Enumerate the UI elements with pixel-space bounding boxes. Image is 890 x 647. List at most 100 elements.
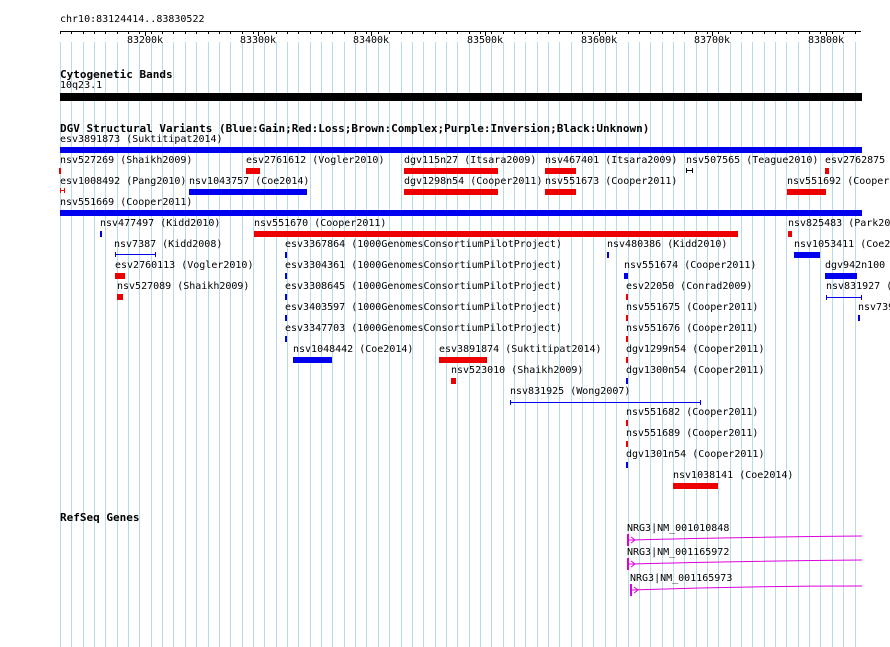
variant-bar[interactable] xyxy=(626,420,628,426)
variant-label: esv3347703 (1000GenomesConsortiumPilotPr… xyxy=(285,323,562,334)
gene-intron-line xyxy=(628,535,863,541)
gene-label: NRG3|NM_001165972 xyxy=(627,547,730,558)
genome-browser-image[interactable]: chr10:83124414..83830522 83200k 83300k 834… xyxy=(0,0,890,647)
variant-bar[interactable] xyxy=(60,147,862,153)
variant-label: nsv825483 (Park2010) xyxy=(788,218,890,229)
gene-model[interactable] xyxy=(627,558,890,572)
variant-label: dgv1298n54 (Cooper2011) xyxy=(404,176,543,187)
variant-bar[interactable] xyxy=(545,168,576,174)
variant-label: nsv831925 (Wong2007) xyxy=(510,386,631,397)
variant-label: esv2760113 (Vogler2010) xyxy=(115,260,254,271)
variant-bar[interactable] xyxy=(117,294,123,300)
variant-bar[interactable] xyxy=(189,189,307,195)
variant-label: nsv551676 (Cooper2011) xyxy=(626,323,759,334)
variant-bar[interactable] xyxy=(788,231,792,237)
variant-span-cap xyxy=(60,188,61,193)
variant-bar[interactable] xyxy=(607,252,609,258)
variant-label: nsv739 xyxy=(858,302,890,313)
variant-bar[interactable] xyxy=(285,315,287,321)
variant-span-cap xyxy=(700,400,701,405)
variant-bar[interactable] xyxy=(285,336,287,342)
variant-bar[interactable] xyxy=(293,357,332,363)
variant-label: nsv477497 (Kidd2010) xyxy=(100,218,221,229)
variant-label: nsv551692 (Cooper2011) xyxy=(787,176,890,187)
variant-label: dgv115n27 (Itsara2009) xyxy=(404,155,537,166)
variant-bar[interactable] xyxy=(673,483,718,489)
variant-bar[interactable] xyxy=(285,294,287,300)
variant-span-cap xyxy=(861,295,862,300)
variant-bar[interactable] xyxy=(59,168,61,174)
variant-bar[interactable] xyxy=(115,273,125,279)
variant-bar[interactable] xyxy=(404,189,498,195)
variant-bar[interactable] xyxy=(285,252,287,258)
variant-span-line xyxy=(510,402,701,403)
variant-bar[interactable] xyxy=(404,168,498,174)
variant-label: esv2761612 (Vogler2010) xyxy=(246,155,385,166)
variant-label: nsv831927 (Wong2007) xyxy=(826,281,890,292)
variant-bar[interactable] xyxy=(545,189,576,195)
variant-label: nsv480386 (Kidd2010) xyxy=(607,239,728,250)
variant-span-cap xyxy=(692,168,693,173)
variant-bar[interactable] xyxy=(626,357,628,363)
variant-label: nsv507565 (Teague2010) xyxy=(686,155,819,166)
variant-label: dgv1301n54 (Cooper2011) xyxy=(626,449,765,460)
variant-label: dgv1299n54 (Cooper2011) xyxy=(626,344,765,355)
variant-label: esv3891873 (Suktitipat2014) xyxy=(60,134,223,145)
variant-label: nsv1038141 (Coe2014) xyxy=(673,470,794,481)
variant-bar[interactable] xyxy=(246,168,260,174)
variant-label: nsv551673 (Cooper2011) xyxy=(545,176,678,187)
feature-layer: esv3891873 (Suktitipat2014) nsv527269 (Sh… xyxy=(0,0,890,647)
variant-bar[interactable] xyxy=(60,210,862,216)
variant-label: esv3308645 (1000GenomesConsortiumPilotPr… xyxy=(285,281,562,292)
variant-bar[interactable] xyxy=(626,441,628,447)
variant-bar[interactable] xyxy=(626,378,628,384)
variant-span-line xyxy=(826,297,862,298)
variant-span-line xyxy=(115,254,156,255)
variant-bar[interactable] xyxy=(825,168,829,174)
variant-label: esv3891874 (Suktitipat2014) xyxy=(439,344,602,355)
variant-label: nsv551670 (Cooper2011) xyxy=(254,218,387,229)
variant-label: dgv1300n54 (Cooper2011) xyxy=(626,365,765,376)
gene-exon xyxy=(627,534,629,546)
gene-model[interactable] xyxy=(627,534,890,548)
variant-bar[interactable] xyxy=(858,315,860,321)
variant-bar[interactable] xyxy=(787,189,826,195)
variant-label: nsv467401 (Itsara2009) xyxy=(545,155,678,166)
variant-label: nsv551669 (Cooper2011) xyxy=(60,197,193,208)
variant-label: esv2762875 xyxy=(825,155,886,166)
variant-bar[interactable] xyxy=(825,273,857,279)
variant-span-cap xyxy=(510,400,511,405)
variant-label: dgv942n100 xyxy=(825,260,886,271)
variant-bar[interactable] xyxy=(626,462,628,468)
gene-model[interactable] xyxy=(630,584,890,598)
variant-bar[interactable] xyxy=(624,273,628,279)
variant-bar[interactable] xyxy=(626,294,628,300)
variant-bar[interactable] xyxy=(794,252,820,258)
variant-label: nsv551675 (Cooper2011) xyxy=(626,302,759,313)
variant-span-cap xyxy=(826,295,827,300)
gene-intron-line xyxy=(631,585,863,591)
variant-bar[interactable] xyxy=(285,273,287,279)
variant-span-cap xyxy=(64,188,65,193)
gene-intron-line xyxy=(628,559,863,565)
variant-label: nsv7387 (Kidd2008) xyxy=(114,239,223,250)
variant-label: esv1008492 (Pang2010) xyxy=(60,176,187,187)
variant-bar[interactable] xyxy=(100,231,102,237)
gene-exon xyxy=(630,584,632,596)
variant-bar[interactable] xyxy=(254,231,738,237)
variant-label: nsv527089 (Shaikh2009) xyxy=(117,281,250,292)
variant-bar[interactable] xyxy=(439,357,487,363)
variant-label: esv22050 (Conrad2009) xyxy=(626,281,753,292)
variant-label: nsv523010 (Shaikh2009) xyxy=(451,365,584,376)
variant-label: esv3367864 (1000GenomesConsortiumPilotPr… xyxy=(285,239,562,250)
variant-span-cap xyxy=(686,168,687,173)
variant-label: esv3304361 (1000GenomesConsortiumPilotPr… xyxy=(285,260,562,271)
gene-exon xyxy=(627,558,629,570)
gene-label: NRG3|NM_001010848 xyxy=(627,523,730,534)
variant-span-cap xyxy=(115,252,116,257)
variant-bar[interactable] xyxy=(626,315,628,321)
variant-label: nsv551682 (Cooper2011) xyxy=(626,407,759,418)
variant-bar[interactable] xyxy=(451,378,456,384)
variant-label: nsv1053411 (Coe2014) xyxy=(794,239,890,250)
variant-bar[interactable] xyxy=(626,336,628,342)
